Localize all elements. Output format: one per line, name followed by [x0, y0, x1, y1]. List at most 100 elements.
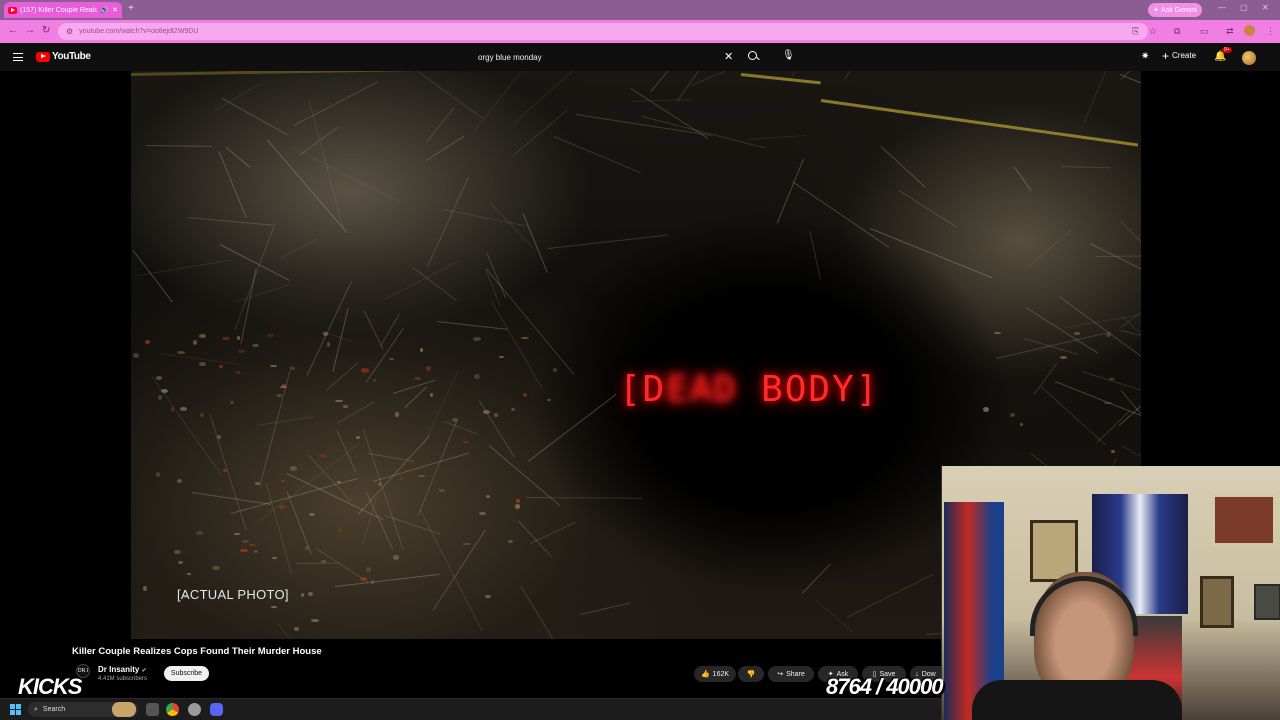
branch-stroke: [520, 585, 577, 639]
branch-stroke: [881, 145, 926, 188]
leaf: [234, 371, 241, 375]
branch-stroke: [1060, 166, 1112, 169]
search-clear-icon[interactable]: ✕: [724, 50, 733, 63]
browser-tab-youtube[interactable]: (157) Killer Couple Realizes 🔊 ✕: [4, 2, 122, 18]
maximize-icon[interactable]: ▢: [1240, 3, 1248, 12]
leaf: [212, 565, 221, 570]
channel-name[interactable]: Dr Insanity ✔: [98, 665, 147, 674]
bookmark-star-icon[interactable]: ☆: [1149, 26, 1157, 37]
forward-icon[interactable]: →: [25, 25, 35, 36]
taskbar-search-icon: ⌕: [34, 705, 38, 713]
branch-stroke: [1120, 445, 1141, 469]
leaf: [514, 504, 521, 509]
account-avatar[interactable]: [1242, 51, 1256, 65]
leaf: [521, 336, 530, 339]
leaf: [546, 398, 552, 402]
leaf: [395, 412, 400, 418]
leaf: [371, 580, 375, 585]
hamburger-menu-icon[interactable]: [13, 53, 23, 61]
chrome-taskbar-icon[interactable]: [166, 703, 179, 716]
leaf: [326, 342, 330, 348]
windows-taskbar: ⌕ Search: [0, 698, 941, 720]
leaf: [1020, 423, 1024, 426]
branch-stroke: [334, 573, 439, 587]
branch-stroke: [419, 509, 483, 632]
create-button[interactable]: + Create: [1162, 48, 1197, 63]
branch-stroke: [442, 208, 529, 227]
leaf: [494, 412, 499, 418]
share-icon: ↪: [777, 671, 784, 678]
branch-stroke: [1040, 385, 1106, 445]
leaf: [155, 376, 162, 381]
leaf: [234, 532, 240, 536]
window-close-icon[interactable]: ✕: [1262, 3, 1269, 12]
leaf: [179, 406, 187, 411]
branch-stroke: [325, 361, 359, 391]
webcam-overlay: [941, 466, 1280, 720]
create-label: Create: [1172, 51, 1197, 60]
leaf: [320, 560, 327, 563]
leaf: [267, 334, 274, 337]
windows-start-icon[interactable]: [10, 704, 21, 715]
chrome-menu-icon[interactable]: ⋮: [1266, 26, 1275, 37]
overlay-text-start: [D: [619, 369, 667, 410]
discord-taskbar-icon[interactable]: [210, 703, 223, 716]
branch-stroke: [522, 213, 548, 273]
search-icon[interactable]: [746, 50, 760, 64]
tab-search-icon[interactable]: ⇄: [1226, 26, 1234, 37]
youtube-logo[interactable]: YouTube: [36, 51, 91, 62]
install-app-icon[interactable]: ⎘: [1132, 26, 1139, 37]
subscribe-button[interactable]: Subscribe: [164, 666, 209, 681]
search-input[interactable]: orgy blue monday: [470, 47, 740, 67]
redacted-overlay-text: [DEAD BODY]: [619, 369, 879, 410]
leaf: [198, 333, 206, 338]
side-panel-icon[interactable]: ▭: [1200, 26, 1209, 37]
ask-ai-icon[interactable]: ✷: [1141, 51, 1149, 62]
speaker-icon[interactable]: 🔊: [100, 6, 109, 14]
branch-stroke: [296, 562, 338, 564]
branch-stroke: [362, 496, 377, 544]
leaf: [170, 407, 174, 412]
video-caption: [ACTUAL PHOTO]: [177, 587, 289, 602]
branch-stroke: [844, 71, 874, 80]
obs-taskbar-icon[interactable]: [188, 703, 201, 716]
site-info-icon[interactable]: ⚙: [66, 27, 73, 36]
branch-stroke: [554, 136, 641, 174]
video-title: Killer Couple Realizes Cops Found Their …: [72, 646, 322, 657]
minimize-icon[interactable]: —: [1218, 3, 1226, 12]
wall-photo: [1200, 576, 1234, 628]
plus-icon: +: [1162, 48, 1170, 63]
back-icon[interactable]: ←: [8, 25, 18, 36]
chrome-profile-avatar[interactable]: [1244, 25, 1255, 36]
branch-stroke: [1013, 166, 1032, 192]
goal-counter-overlay: 8764 / 40000: [826, 674, 943, 699]
wall-photo: [1254, 584, 1280, 620]
like-button[interactable]: 👍 162K: [694, 666, 736, 682]
dislike-button[interactable]: 👎: [738, 666, 764, 682]
widget-weather-icon[interactable]: [112, 702, 136, 717]
branch-stroke: [277, 623, 303, 639]
branch-stroke: [490, 300, 543, 390]
branch-stroke: [1120, 279, 1141, 328]
leaf: [195, 531, 203, 535]
branch-stroke: [279, 238, 318, 259]
search-query-text: orgy blue monday: [478, 52, 542, 62]
reload-icon[interactable]: ↻: [42, 25, 50, 36]
branch-stroke: [898, 189, 957, 228]
task-view-icon[interactable]: [146, 703, 159, 716]
branch-stroke: [792, 181, 890, 248]
tab-close-icon[interactable]: ✕: [112, 6, 118, 14]
microphone-icon[interactable]: 🎙: [782, 50, 795, 61]
share-button[interactable]: ↪ Share: [768, 666, 814, 682]
ask-gemini-label: Ask Gemini: [1161, 6, 1197, 14]
branch-stroke: [1089, 243, 1141, 302]
browser-tab-strip: (157) Killer Couple Realizes 🔊 ✕ + ✦ Ask…: [0, 0, 1280, 20]
leaf: [1110, 449, 1115, 454]
address-bar[interactable]: ⚙ youtube.com/watch?v=oo8ejdt2W9DU: [58, 23, 1148, 40]
extensions-icon[interactable]: ⧉: [1174, 26, 1180, 37]
ask-gemini-button[interactable]: ✦ Ask Gemini: [1148, 3, 1202, 17]
branch-stroke: [1097, 410, 1131, 443]
gemini-sparkle-icon: ✦: [1153, 7, 1160, 14]
new-tab-button[interactable]: +: [128, 3, 134, 14]
verified-icon: ✔: [141, 668, 147, 674]
